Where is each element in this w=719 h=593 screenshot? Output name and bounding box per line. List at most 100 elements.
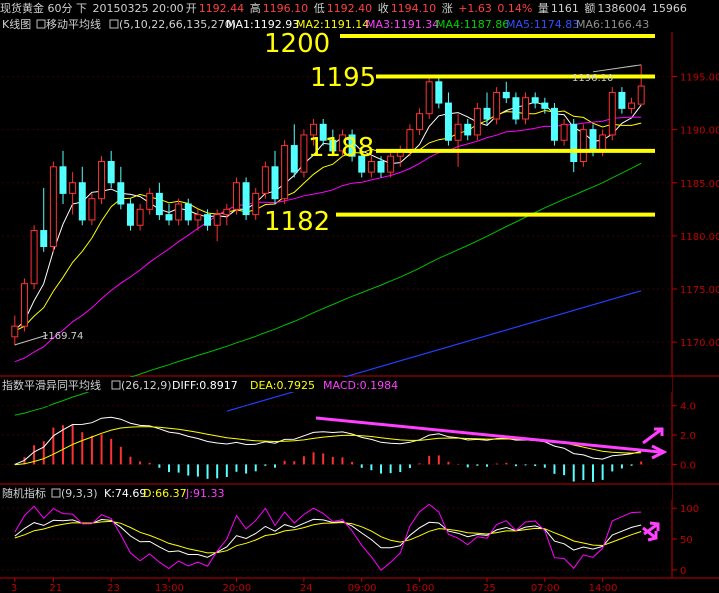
candle-up	[493, 91, 501, 120]
x-tick-label: 13:00	[155, 583, 184, 593]
macd-legend: 指数平滑异同平均线 (26,12,9) DIFF:0.8917 DEA:0.79…	[0, 377, 672, 392]
level-1200-label: 1200	[264, 29, 330, 59]
y-tick-label: 1195.00	[680, 73, 719, 84]
low-marker-label: 1169.74	[42, 331, 83, 342]
ma-line-ma5	[226, 290, 642, 412]
candle-up	[522, 97, 530, 120]
time-axis: 3 21 23 13:00 20:00 24 09:00 16:00 25 07:00 14:00	[11, 578, 618, 593]
candle-up	[628, 102, 636, 109]
y-tick-label: 1175.00	[680, 285, 719, 296]
diff-value: DIFF:0.8917	[172, 379, 238, 392]
candle-down	[290, 145, 298, 173]
candle-up	[136, 208, 144, 226]
candlesticks	[11, 64, 645, 346]
candle-up	[261, 166, 269, 194]
macd-value: MACD:0.1984	[323, 379, 398, 392]
y-tick-label: 0	[680, 566, 686, 577]
candle-down	[242, 182, 250, 216]
ma-indicator-name: 移动平均线	[46, 17, 101, 31]
candle-up	[232, 182, 240, 210]
ma-params: (5,10,22,66,135,270)	[119, 18, 236, 31]
level-1188-label: 1188	[308, 133, 374, 163]
x-tick-label: 20:00	[222, 583, 251, 593]
y-tick-label: 100	[680, 504, 699, 515]
candle-up	[49, 166, 57, 247]
candle-up	[387, 155, 395, 173]
ma5-value: MA5:1174.83	[506, 18, 579, 31]
candle-down	[40, 230, 48, 247]
candle-down	[435, 81, 443, 104]
candle-up	[175, 203, 183, 221]
candle-up	[194, 214, 202, 221]
candle-up	[20, 283, 28, 327]
ma4-value: MA4:1187.86	[436, 18, 509, 31]
candle-down	[117, 182, 125, 205]
candle-down	[155, 192, 163, 216]
ma-legend: K线图 移动平均线 (5,10,22,66,135,270) MA1:1192.…	[0, 17, 719, 32]
y-tick-label: 50	[680, 535, 693, 546]
candle-up	[223, 208, 231, 216]
main-y-axis: 1170.00 1175.00 1180.00 1185.00 1190.00 1195.…	[672, 73, 719, 349]
y-tick-label: 1185.00	[680, 179, 719, 190]
candle-up	[11, 325, 19, 338]
candle-down	[483, 107, 491, 120]
x-tick-label: 24	[300, 583, 313, 593]
x-tick-label: 07:00	[531, 583, 560, 593]
candle-down	[126, 203, 134, 226]
kdj-trend-arrows	[642, 521, 660, 542]
candle-up	[213, 214, 221, 226]
candle-up	[599, 134, 607, 152]
candle-up	[252, 192, 260, 216]
y-tick-label: 0.0	[680, 460, 696, 471]
kdj-grid	[2, 507, 672, 571]
candle-down	[541, 102, 549, 109]
candle-up	[637, 85, 645, 105]
chart-name: K线图	[2, 17, 31, 31]
candle-down	[78, 182, 86, 221]
ma3-value: MA3:1191.34	[366, 18, 439, 31]
candle-up	[406, 129, 414, 152]
candle-up	[425, 81, 433, 115]
candle-down	[618, 91, 626, 109]
macd-histogram	[13, 424, 643, 482]
candle-up	[454, 123, 462, 141]
candle-down	[444, 102, 452, 141]
y-tick-label: 1170.00	[680, 338, 719, 349]
x-tick-label: 14:00	[589, 583, 618, 593]
candle-up	[579, 129, 587, 162]
candle-down	[377, 161, 385, 173]
x-tick-label: 3	[11, 583, 17, 593]
y-tick-label: 1180.00	[680, 232, 719, 243]
candle-up	[146, 192, 154, 210]
level-1182-label: 1182	[264, 207, 330, 237]
high-marker-line	[592, 64, 642, 73]
high-marker-label: 1196.10	[572, 73, 613, 84]
candle-up	[88, 198, 96, 221]
ma6-value: MA6:1166.43	[576, 18, 649, 31]
candle-down	[204, 214, 212, 226]
kdj-name: 随机指标	[2, 486, 46, 500]
candle-up	[98, 161, 106, 200]
x-tick-label: 25	[483, 583, 496, 593]
macd-params: (26,12,9)	[121, 379, 172, 392]
candle-down	[271, 166, 279, 200]
y-tick-label: 1190.00	[680, 126, 719, 137]
candle-up	[69, 182, 77, 194]
macd-y-axis: 0.0 2.0 4.0	[672, 402, 696, 471]
kdj-params: (9,3,3)	[61, 487, 98, 500]
x-tick-label: 23	[107, 583, 120, 593]
k-value: K:74.69	[104, 487, 146, 500]
candle-down	[184, 203, 192, 221]
candle-up	[300, 134, 308, 173]
chart-panel[interactable]: K线图 移动平均线 (5,10,22,66,135,270) MA1:1192.…	[0, 0, 719, 593]
candle-up	[608, 91, 616, 136]
j-value: J:91.33	[185, 487, 224, 500]
candle-up	[30, 230, 38, 285]
arrow-up-icon	[642, 427, 664, 445]
candle-up	[367, 161, 375, 173]
kdj-lines	[14, 503, 642, 571]
candle-down	[589, 129, 597, 152]
candle-down	[107, 161, 115, 184]
macd-name: 指数平滑异同平均线	[2, 378, 101, 392]
candle-down	[59, 166, 67, 194]
